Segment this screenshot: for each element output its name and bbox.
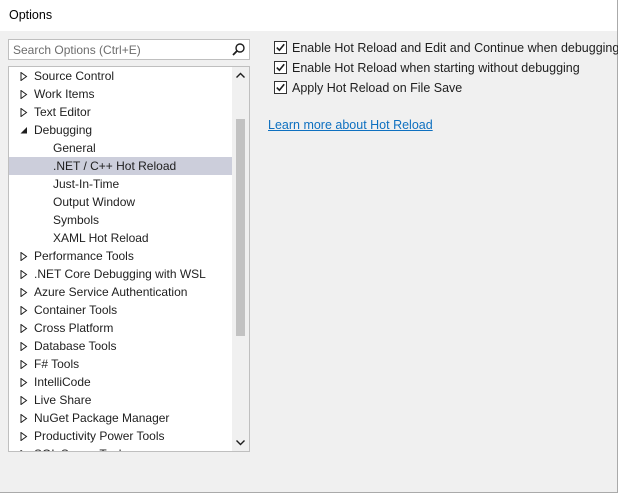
tree-item-net-c-hot-reload[interactable]: .NET / C++ Hot Reload: [9, 157, 232, 175]
tree-item-label: Debugging: [34, 123, 93, 137]
tree-item-cross-platform[interactable]: Cross Platform: [9, 319, 232, 337]
tree-item-label: .NET Core Debugging with WSL: [34, 267, 206, 281]
title-bar[interactable]: Options: [0, 0, 617, 31]
tree-item-general[interactable]: General: [9, 139, 232, 157]
tree-item-label: Container Tools: [34, 303, 118, 317]
checkbox[interactable]: [274, 81, 287, 94]
expand-arrow-icon[interactable]: [19, 427, 29, 445]
tree-item-debugging[interactable]: Debugging: [9, 121, 232, 139]
tree-item-container-tools[interactable]: Container Tools: [9, 301, 232, 319]
search-box[interactable]: [8, 39, 250, 60]
tree-item-productivity-power-tools[interactable]: Productivity Power Tools: [9, 427, 232, 445]
tree-item-f-tools[interactable]: F# Tools: [9, 355, 232, 373]
tree-item-label: Output Window: [53, 195, 136, 209]
tree-item-label: .NET / C++ Hot Reload: [53, 159, 177, 173]
scroll-down-button[interactable]: [232, 434, 249, 451]
tree-item-nuget-package-manager[interactable]: NuGet Package Manager: [9, 409, 232, 427]
expand-arrow-icon[interactable]: [19, 265, 29, 283]
tree-item-label: XAML Hot Reload: [53, 231, 149, 245]
tree-item-label: Just-In-Time: [53, 177, 120, 191]
expand-arrow-icon[interactable]: [19, 319, 29, 337]
checkmark-icon: [276, 63, 285, 72]
tree-item-source-control[interactable]: Source Control: [9, 67, 232, 85]
tree-item-label: Productivity Power Tools: [34, 429, 165, 443]
tree-item-symbols[interactable]: Symbols: [9, 211, 232, 229]
tree-item-label: Live Share: [34, 393, 92, 407]
tree-item-work-items[interactable]: Work Items: [9, 85, 232, 103]
expand-arrow-icon[interactable]: [19, 283, 29, 301]
checkmark-icon: [276, 43, 285, 52]
expand-arrow-icon[interactable]: [19, 391, 29, 409]
expand-arrow-icon[interactable]: [19, 373, 29, 391]
tree-item-label: Azure Service Authentication: [34, 285, 188, 299]
expand-arrow-icon[interactable]: [19, 337, 29, 355]
option-label: Apply Hot Reload on File Save: [292, 81, 463, 95]
tree-item-intellicode[interactable]: IntelliCode: [9, 373, 232, 391]
chevron-down-icon: [236, 440, 245, 446]
tree-list: Source Control Work Items Text Editor Debug…: [9, 67, 232, 451]
scroll-up-button[interactable]: [232, 67, 249, 84]
tree-item-label: Symbols: [53, 213, 100, 227]
tree-item-azure-service-authentication[interactable]: Azure Service Authentication: [9, 283, 232, 301]
chevron-up-icon: [236, 72, 245, 78]
tree-item-label: Database Tools: [34, 339, 117, 353]
tree-item-label: F# Tools: [34, 357, 80, 371]
tree-item-label: Performance Tools: [34, 249, 134, 263]
tree-item-text-editor[interactable]: Text Editor: [9, 103, 232, 121]
search-input[interactable]: [9, 40, 233, 59]
expand-arrow-icon[interactable]: [19, 103, 29, 121]
tree-item-label: Cross Platform: [34, 321, 114, 335]
window-title: Options: [9, 8, 53, 22]
tree-item-database-tools[interactable]: Database Tools: [9, 337, 232, 355]
expand-arrow-icon[interactable]: [19, 67, 29, 85]
expand-arrow-icon[interactable]: [19, 85, 29, 103]
checkmark-icon: [276, 83, 285, 92]
checkbox[interactable]: [274, 61, 287, 74]
expand-arrow-icon[interactable]: [19, 355, 29, 373]
learn-more-link[interactable]: Learn more about Hot Reload: [268, 118, 433, 132]
tree-item-label: SQL Server Tools: [34, 445, 127, 451]
options-tree: Source Control Work Items Text Editor Debug…: [8, 66, 250, 452]
tree-item-label: General: [53, 141, 96, 155]
tree-item-live-share[interactable]: Live Share: [9, 391, 232, 409]
expand-arrow-icon[interactable]: [19, 445, 29, 451]
collapse-arrow-icon[interactable]: [19, 121, 29, 139]
tree-item-label: Work Items: [34, 87, 95, 101]
tree-item-label: NuGet Package Manager: [34, 411, 170, 425]
scroll-thumb[interactable]: [236, 119, 245, 336]
tree-item-sql-server-tools[interactable]: SQL Server Tools: [9, 445, 232, 451]
tree-item-performance-tools[interactable]: Performance Tools: [9, 247, 232, 265]
option-label: Enable Hot Reload when starting without …: [292, 61, 580, 75]
tree-item-label: Text Editor: [34, 105, 91, 119]
option-label: Enable Hot Reload and Edit and Continue …: [292, 41, 618, 55]
tree-item-output-window[interactable]: Output Window: [9, 193, 232, 211]
tree-item-net-core-debugging-with-wsl[interactable]: .NET Core Debugging with WSL: [9, 265, 232, 283]
search-icon[interactable]: [231, 42, 246, 57]
tree-item-label: IntelliCode: [34, 375, 91, 389]
expand-arrow-icon[interactable]: [19, 409, 29, 427]
tree-scrollbar[interactable]: [232, 67, 249, 451]
expand-arrow-icon[interactable]: [19, 301, 29, 319]
tree-item-label: Source Control: [34, 69, 115, 83]
options-dialog: Options Source Control Work Items Text Edi…: [0, 0, 618, 493]
checkbox[interactable]: [274, 41, 287, 54]
expand-arrow-icon[interactable]: [19, 247, 29, 265]
tree-item-xaml-hot-reload[interactable]: XAML Hot Reload: [9, 229, 232, 247]
tree-item-just-in-time[interactable]: Just-In-Time: [9, 175, 232, 193]
